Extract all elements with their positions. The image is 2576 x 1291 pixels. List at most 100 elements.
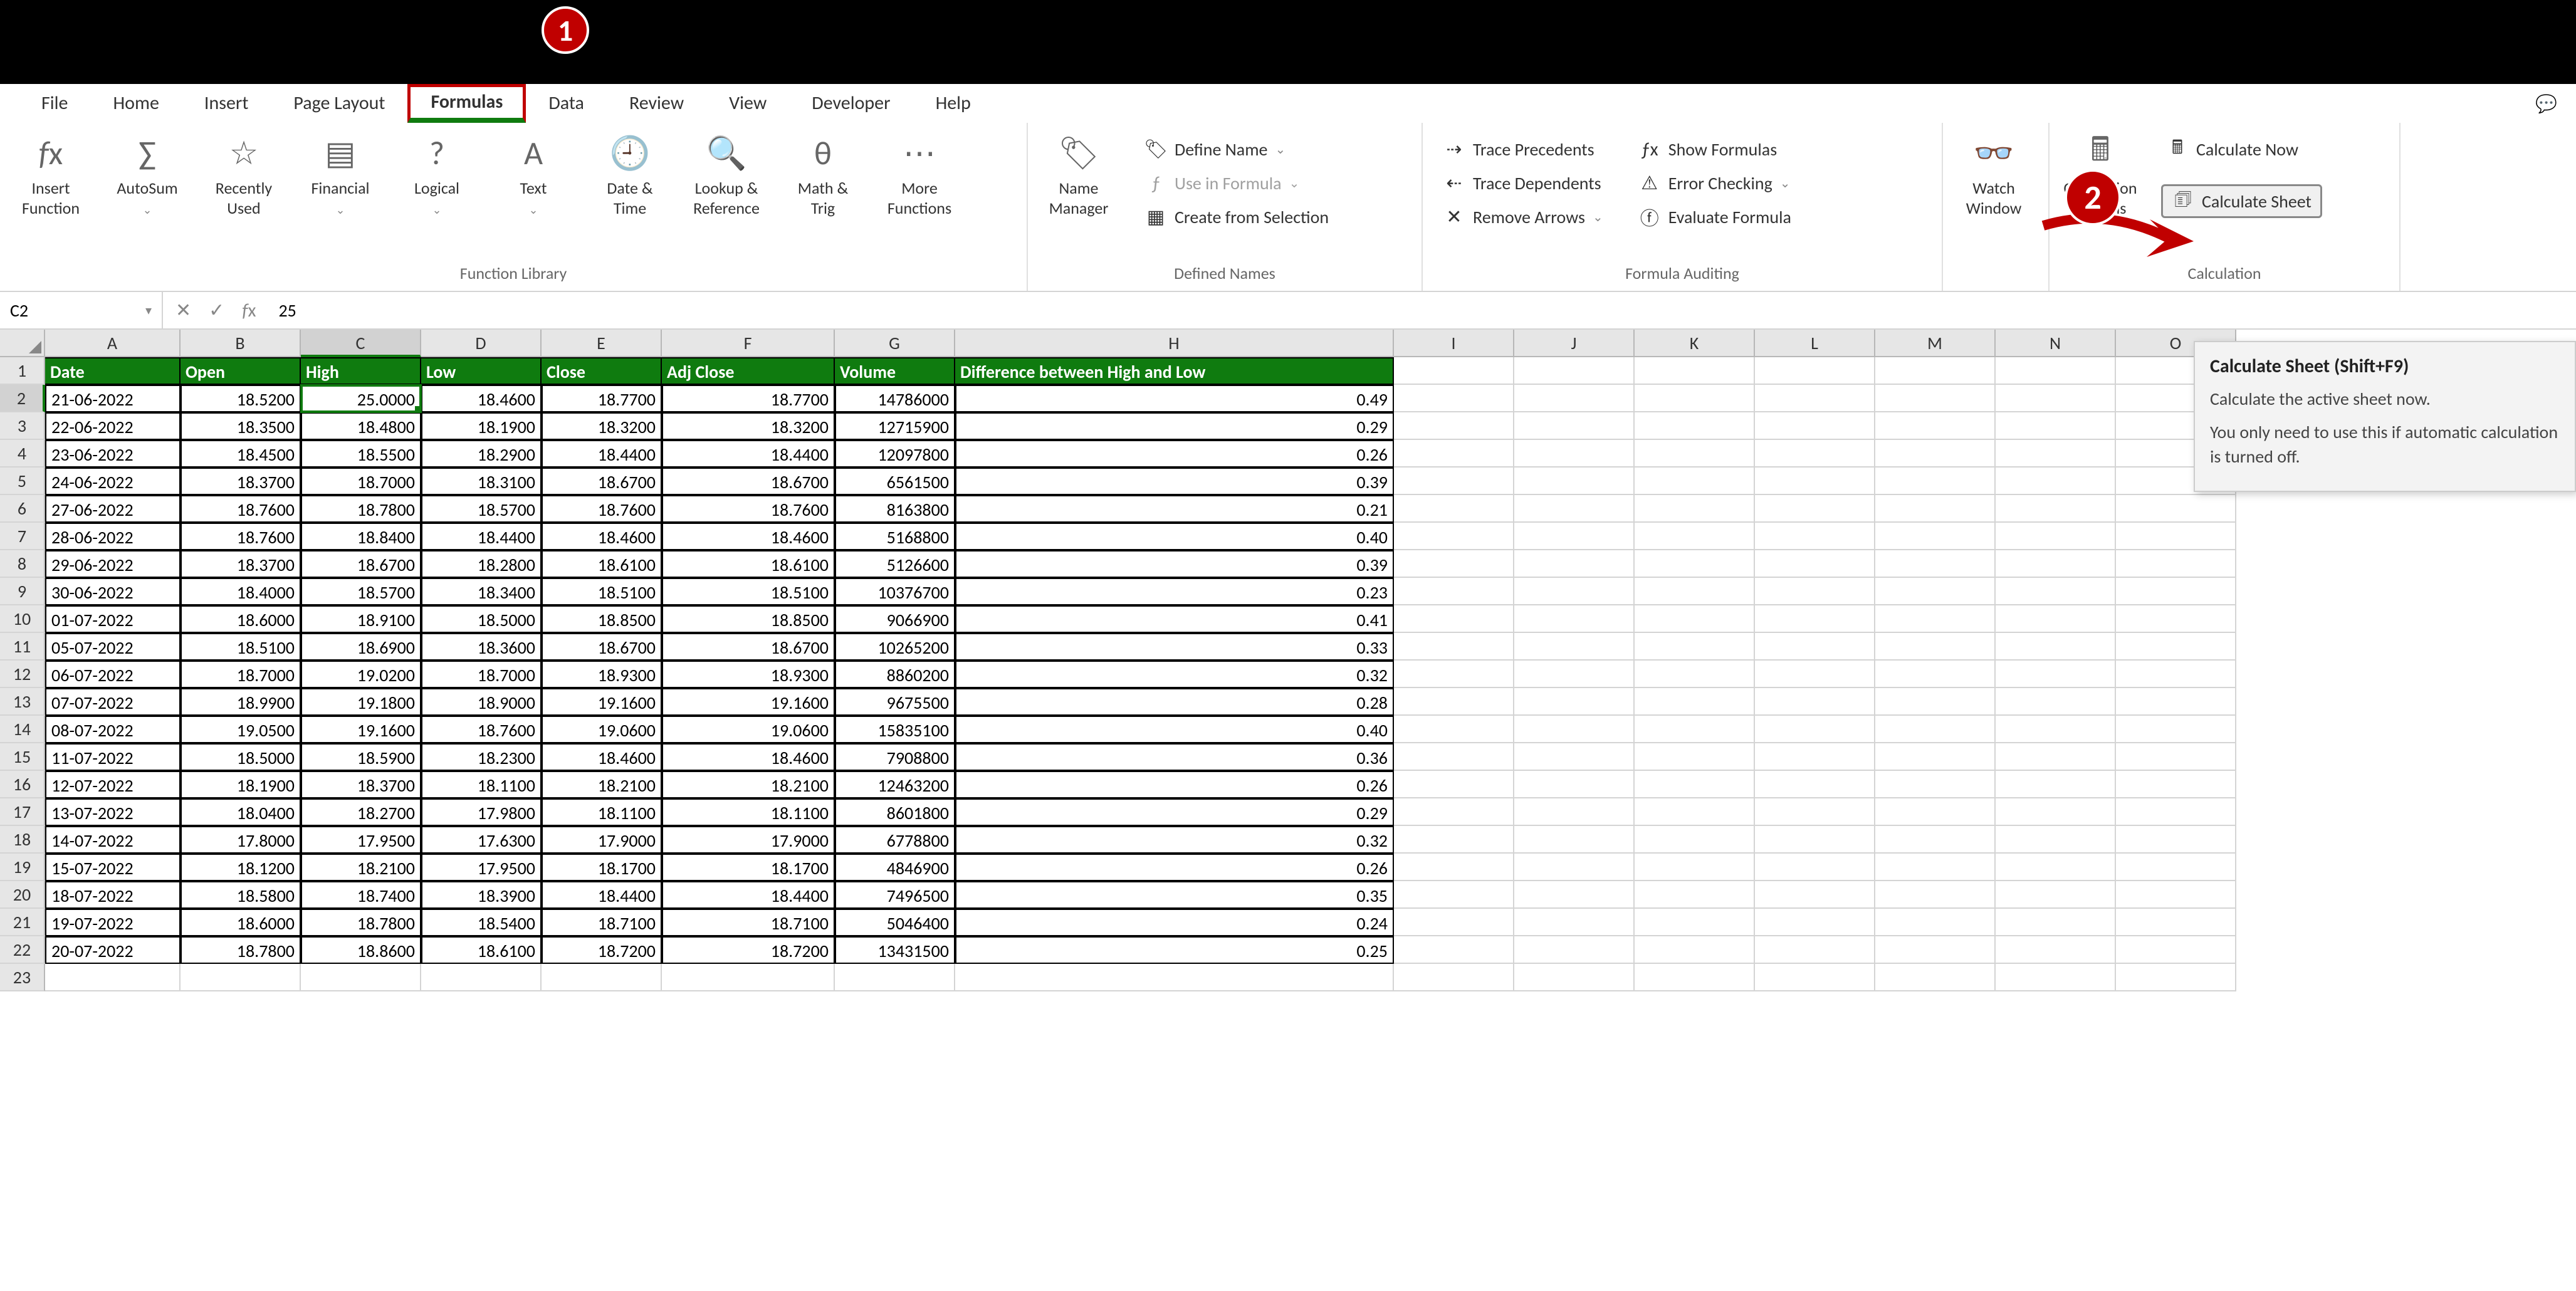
cell[interactable] (1514, 357, 1635, 385)
cell[interactable] (1394, 495, 1514, 523)
cell[interactable] (1996, 357, 2116, 385)
cell[interactable]: 18.7200 (542, 936, 662, 964)
cell[interactable]: 18.1700 (662, 854, 835, 881)
cell[interactable]: 18.4600 (662, 523, 835, 550)
cell[interactable]: 0.41 (955, 605, 1394, 633)
cell[interactable]: 18.5100 (542, 578, 662, 605)
cell[interactable] (1755, 854, 1875, 881)
cell[interactable]: 18.7600 (542, 495, 662, 523)
insert-function-button[interactable]: fxInsert Function (10, 133, 92, 218)
cell[interactable]: 18.4800 (301, 412, 421, 440)
cell[interactable]: 17.8000 (181, 826, 301, 854)
cell[interactable]: 18.6700 (301, 550, 421, 578)
cell[interactable] (1635, 826, 1755, 854)
cell[interactable] (1755, 495, 1875, 523)
cell[interactable] (1394, 826, 1514, 854)
row-header-10[interactable]: 10 (0, 605, 45, 633)
recently-used-button[interactable]: ☆Recently Used (203, 133, 285, 218)
cell[interactable]: 11-07-2022 (45, 743, 181, 771)
cell[interactable]: 7908800 (835, 743, 955, 771)
row-header-20[interactable]: 20 (0, 881, 45, 909)
cell[interactable]: 18.6000 (181, 605, 301, 633)
cell[interactable]: 18.8500 (542, 605, 662, 633)
cell[interactable] (2116, 661, 2236, 688)
cell[interactable]: 18.7000 (301, 468, 421, 495)
column-header-N[interactable]: N (1996, 330, 2116, 357)
column-header-J[interactable]: J (1514, 330, 1635, 357)
cell[interactable]: 18.2300 (421, 743, 542, 771)
cell[interactable]: 18.1100 (662, 798, 835, 826)
column-header-I[interactable]: I (1394, 330, 1514, 357)
cell[interactable] (955, 964, 1394, 991)
cell[interactable]: 0.26 (955, 771, 1394, 798)
row-header-17[interactable]: 17 (0, 798, 45, 826)
cell[interactable]: 0.40 (955, 716, 1394, 743)
cell[interactable]: 14786000 (835, 385, 955, 412)
cell[interactable] (1635, 936, 1755, 964)
cell[interactable]: 5046400 (835, 909, 955, 936)
cell[interactable] (1875, 826, 1996, 854)
cell[interactable] (1635, 743, 1755, 771)
cell[interactable]: 8163800 (835, 495, 955, 523)
cell[interactable]: 25.0000 (301, 385, 421, 412)
cell[interactable] (1996, 743, 2116, 771)
cell[interactable] (1635, 578, 1755, 605)
cell[interactable] (1755, 385, 1875, 412)
cell[interactable]: 18.9000 (421, 688, 542, 716)
cell[interactable]: 18.5900 (301, 743, 421, 771)
use-in-formula-button[interactable]: ƒUse in Formula ⌄ (1139, 169, 1334, 197)
cell[interactable] (1996, 412, 2116, 440)
cell[interactable] (1996, 578, 2116, 605)
cell[interactable] (2116, 936, 2236, 964)
row-header-22[interactable]: 22 (0, 936, 45, 964)
cell[interactable]: 18.1900 (421, 412, 542, 440)
cell[interactable] (1394, 357, 1514, 385)
cell[interactable]: 9675500 (835, 688, 955, 716)
cell[interactable] (1996, 605, 2116, 633)
math-trig-button[interactable]: θMath & Trig (782, 133, 864, 218)
column-header-K[interactable]: K (1635, 330, 1755, 357)
cell[interactable] (45, 964, 181, 991)
cell[interactable]: 9066900 (835, 605, 955, 633)
cell[interactable]: 18.1900 (181, 771, 301, 798)
calculate-now-button[interactable]: 🖩Calculate Now (2161, 135, 2322, 163)
cell[interactable]: 18.7800 (301, 909, 421, 936)
cell[interactable] (1635, 440, 1755, 468)
cell[interactable] (1875, 468, 1996, 495)
cell[interactable]: 18.7600 (662, 495, 835, 523)
cell[interactable]: 27-06-2022 (45, 495, 181, 523)
cell[interactable]: 29-06-2022 (45, 550, 181, 578)
cell[interactable] (1635, 661, 1755, 688)
cell[interactable] (2116, 578, 2236, 605)
cell[interactable] (2116, 909, 2236, 936)
cell[interactable] (301, 964, 421, 991)
cell[interactable] (1635, 523, 1755, 550)
cell[interactable] (1755, 412, 1875, 440)
cell[interactable]: 0.26 (955, 440, 1394, 468)
cell[interactable] (1755, 523, 1875, 550)
cell[interactable]: 18.5200 (181, 385, 301, 412)
cell[interactable] (1394, 909, 1514, 936)
cell[interactable]: 0.29 (955, 798, 1394, 826)
cell[interactable] (1996, 826, 2116, 854)
fx-icon[interactable]: fx (242, 299, 256, 322)
cell[interactable] (2116, 550, 2236, 578)
table-header-cell[interactable]: Date (45, 357, 181, 385)
table-header-cell[interactable]: Close (542, 357, 662, 385)
table-header-cell[interactable]: Adj Close (662, 357, 835, 385)
cell[interactable]: 18.7000 (421, 661, 542, 688)
cell[interactable]: 01-07-2022 (45, 605, 181, 633)
cell[interactable]: 20-07-2022 (45, 936, 181, 964)
cell[interactable]: 15-07-2022 (45, 854, 181, 881)
cell[interactable]: 12715900 (835, 412, 955, 440)
cell[interactable]: 18.2900 (421, 440, 542, 468)
cell[interactable] (1996, 440, 2116, 468)
tab-insert[interactable]: Insert (182, 84, 271, 123)
cell[interactable] (1394, 936, 1514, 964)
cell[interactable]: 18.4600 (542, 523, 662, 550)
cell[interactable]: 19.1600 (542, 688, 662, 716)
cell[interactable] (1875, 936, 1996, 964)
cell[interactable]: 18.7100 (662, 909, 835, 936)
cell[interactable]: 17.9800 (421, 798, 542, 826)
cell[interactable] (1635, 550, 1755, 578)
